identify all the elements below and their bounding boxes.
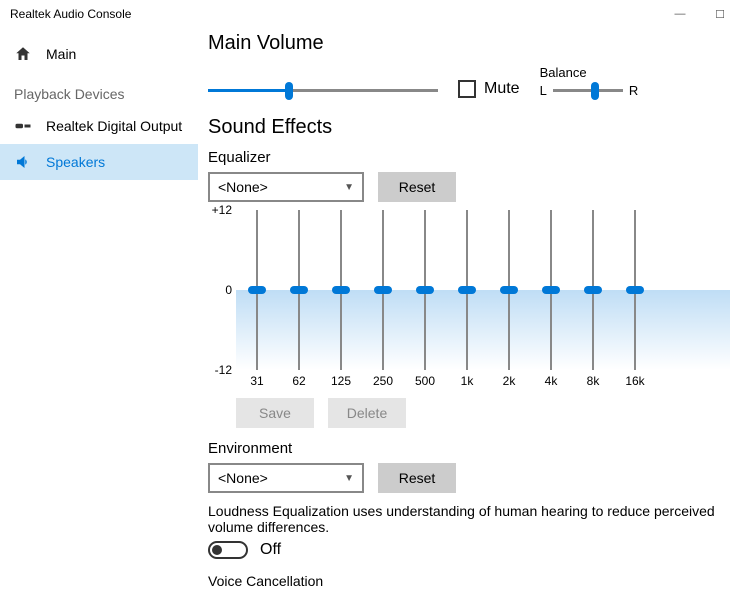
titlebar: Realtek Audio Console — ☐ xyxy=(0,0,750,28)
sidebar-item-label: Main xyxy=(46,46,76,62)
eq-band-label: 62 xyxy=(292,374,305,388)
voice-cancellation-label: Voice Cancellation xyxy=(208,573,730,589)
eq-band-label: 1k xyxy=(461,374,474,388)
window-title: Realtek Audio Console xyxy=(10,7,131,21)
eq-band-label: 4k xyxy=(545,374,558,388)
equalizer-preset-value: <None> xyxy=(218,179,268,195)
balance-right-label: R xyxy=(629,83,638,98)
sound-effects-heading: Sound Effects xyxy=(208,116,730,139)
eq-band-label: 8k xyxy=(587,374,600,388)
sidebar-item-digital-output[interactable]: Realtek Digital Output xyxy=(0,108,198,144)
content: Main Volume Mute Balance L R xyxy=(198,28,750,594)
equalizer-preset-dropdown[interactable]: <None> ▼ xyxy=(208,172,364,202)
eq-band-slider[interactable] xyxy=(625,210,645,370)
chevron-down-icon: ▼ xyxy=(344,182,354,193)
sidebar-item-speakers[interactable]: Speakers xyxy=(0,144,198,180)
sidebar: Main Playback Devices Realtek Digital Ou… xyxy=(0,28,198,594)
sidebar-item-label: Realtek Digital Output xyxy=(46,118,182,134)
home-icon xyxy=(14,45,34,63)
balance-left-label: L xyxy=(540,83,547,98)
equalizer-sliders: +12 0 -12 31621252505001k2k4k8k16k xyxy=(208,210,730,388)
eq-band-label: 31 xyxy=(250,374,263,388)
maximize-button[interactable]: ☐ xyxy=(700,8,740,21)
main-volume-heading: Main Volume xyxy=(208,32,730,55)
mute-checkbox[interactable] xyxy=(458,80,476,98)
equalizer-label: Equalizer xyxy=(208,149,730,166)
loudness-toggle[interactable] xyxy=(208,541,248,559)
mute-label: Mute xyxy=(484,80,520,98)
environment-label: Environment xyxy=(208,440,730,457)
eq-band-label: 125 xyxy=(331,374,351,388)
eq-band-slider[interactable] xyxy=(583,210,603,370)
eq-band-label: 250 xyxy=(373,374,393,388)
speaker-icon xyxy=(14,153,34,171)
loudness-description: Loudness Equalization uses understanding… xyxy=(208,503,730,535)
eq-band-slider[interactable] xyxy=(247,210,267,370)
equalizer-y-axis: +12 0 -12 xyxy=(204,210,232,370)
eq-band-slider[interactable] xyxy=(499,210,519,370)
eq-band-slider[interactable] xyxy=(415,210,435,370)
minimize-button[interactable]: — xyxy=(660,8,700,20)
loudness-state: Off xyxy=(260,541,281,559)
equalizer-reset-button[interactable]: Reset xyxy=(378,172,456,202)
environment-preset-value: <None> xyxy=(218,470,268,486)
chevron-down-icon: ▼ xyxy=(344,473,354,484)
eq-band-label: 2k xyxy=(503,374,516,388)
environment-reset-button[interactable]: Reset xyxy=(378,463,456,493)
environment-preset-dropdown[interactable]: <None> ▼ xyxy=(208,463,364,493)
main-volume-slider[interactable] xyxy=(208,80,438,100)
eq-band-slider[interactable] xyxy=(289,210,309,370)
eq-band-slider[interactable] xyxy=(373,210,393,370)
sidebar-heading: Playback Devices xyxy=(0,72,198,108)
eq-band-label: 16k xyxy=(625,374,644,388)
sidebar-item-label: Speakers xyxy=(46,154,105,170)
equalizer-save-button[interactable]: Save xyxy=(236,398,314,428)
digital-output-icon xyxy=(14,121,34,131)
balance-label: Balance xyxy=(540,65,639,80)
eq-band-label: 500 xyxy=(415,374,435,388)
balance-slider[interactable] xyxy=(553,80,623,100)
sidebar-item-main[interactable]: Main xyxy=(0,36,198,72)
eq-band-slider[interactable] xyxy=(331,210,351,370)
eq-band-slider[interactable] xyxy=(541,210,561,370)
eq-band-slider[interactable] xyxy=(457,210,477,370)
equalizer-delete-button[interactable]: Delete xyxy=(328,398,406,428)
